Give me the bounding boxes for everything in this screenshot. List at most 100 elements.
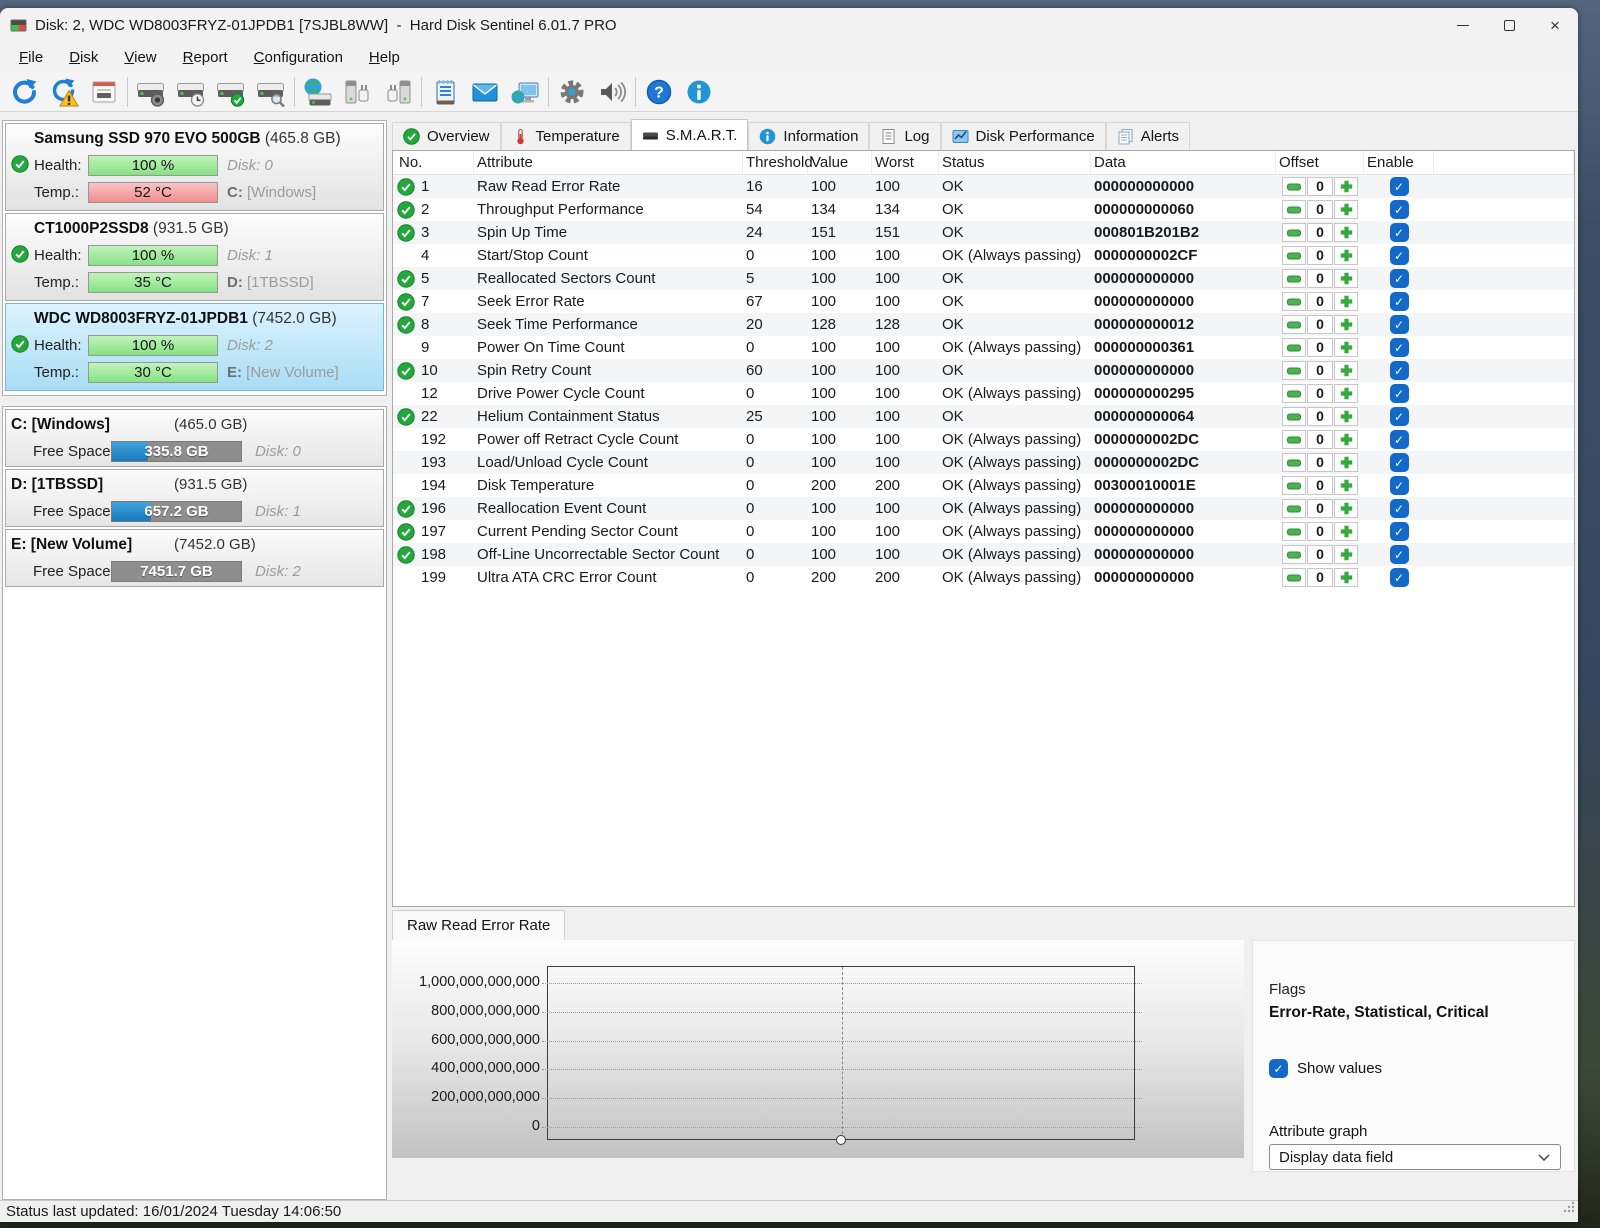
disk-card-1[interactable]: CT1000P2SSD8 (931.5 GB)Health:100 %Disk:… xyxy=(5,213,384,301)
smart-row-196[interactable]: 196Reallocation Event Count0100100OK (Al… xyxy=(393,497,1574,520)
toolbar-refresh-button[interactable] xyxy=(4,74,44,110)
offset-increase-button[interactable] xyxy=(1334,200,1358,219)
tab-log[interactable]: Log xyxy=(869,122,940,150)
offset-increase-button[interactable] xyxy=(1334,522,1358,541)
maximize-button[interactable] xyxy=(1486,8,1532,42)
close-button[interactable]: × xyxy=(1532,8,1578,42)
offset-increase-button[interactable] xyxy=(1334,269,1358,288)
enable-checkbox[interactable]: ✓ xyxy=(1390,315,1409,334)
enable-checkbox[interactable]: ✓ xyxy=(1390,522,1409,541)
enable-checkbox[interactable]: ✓ xyxy=(1390,200,1409,219)
enable-checkbox[interactable]: ✓ xyxy=(1390,499,1409,518)
offset-decrease-button[interactable] xyxy=(1282,430,1306,449)
toolbar-disk-eject-button[interactable] xyxy=(378,74,418,110)
offset-increase-button[interactable] xyxy=(1334,407,1358,426)
offset-decrease-button[interactable] xyxy=(1282,568,1306,587)
offset-decrease-button[interactable] xyxy=(1282,499,1306,518)
graph-tab-raw-read-error-rate[interactable]: Raw Read Error Rate xyxy=(392,910,565,940)
enable-checkbox[interactable]: ✓ xyxy=(1390,453,1409,472)
offset-decrease-button[interactable] xyxy=(1282,545,1306,564)
enable-checkbox[interactable]: ✓ xyxy=(1390,361,1409,380)
menu-report[interactable]: Report xyxy=(170,46,241,69)
offset-decrease-button[interactable] xyxy=(1282,522,1306,541)
smart-row-2[interactable]: 2Throughput Performance54134134OK0000000… xyxy=(393,198,1574,221)
menu-help[interactable]: Help xyxy=(356,46,413,69)
resize-grip[interactable] xyxy=(1562,1198,1575,1219)
show-values-checkbox[interactable]: ✓ xyxy=(1269,1059,1288,1078)
toolbar-help-button[interactable]: ? xyxy=(639,74,679,110)
chart-slider-handle[interactable] xyxy=(836,1135,846,1145)
enable-checkbox[interactable]: ✓ xyxy=(1390,430,1409,449)
toolbar-report-button[interactable] xyxy=(84,74,124,110)
partition-card-0[interactable]: C: [Windows](465.0 GB)Free Space335.8 GB… xyxy=(5,409,384,467)
toolbar-info-button[interactable] xyxy=(679,74,719,110)
disk-card-2[interactable]: WDC WD8003FRYZ-01JPDB1 (7452.0 GB)Health… xyxy=(5,303,384,391)
smart-row-198[interactable]: 198Off-Line Uncorrectable Sector Count01… xyxy=(393,543,1574,566)
enable-checkbox[interactable]: ✓ xyxy=(1390,384,1409,403)
enable-checkbox[interactable]: ✓ xyxy=(1390,476,1409,495)
enable-checkbox[interactable]: ✓ xyxy=(1390,292,1409,311)
smart-row-12[interactable]: 12Drive Power Cycle Count0100100OK (Alwa… xyxy=(393,382,1574,405)
enable-checkbox[interactable]: ✓ xyxy=(1390,246,1409,265)
disk-card-0[interactable]: Samsung SSD 970 EVO 500GB (465.8 GB)Heal… xyxy=(5,123,384,211)
offset-increase-button[interactable] xyxy=(1334,292,1358,311)
menu-view[interactable]: View xyxy=(111,46,169,69)
offset-increase-button[interactable] xyxy=(1334,177,1358,196)
toolbar-log-notepad-button[interactable] xyxy=(425,74,465,110)
enable-checkbox[interactable]: ✓ xyxy=(1390,338,1409,357)
toolbar-network-disk-button[interactable] xyxy=(298,74,338,110)
toolbar-sound-button[interactable] xyxy=(592,74,632,110)
smart-row-192[interactable]: 192Power off Retract Cycle Count0100100O… xyxy=(393,428,1574,451)
toolbar-settings-gear-button[interactable] xyxy=(552,74,592,110)
offset-decrease-button[interactable] xyxy=(1282,338,1306,357)
enable-checkbox[interactable]: ✓ xyxy=(1390,177,1409,196)
toolbar-refresh-warning-button[interactable] xyxy=(44,74,84,110)
toolbar-disk-clock-button[interactable] xyxy=(171,74,211,110)
offset-decrease-button[interactable] xyxy=(1282,315,1306,334)
smart-row-199[interactable]: 199Ultra ATA CRC Error Count0200200OK (A… xyxy=(393,566,1574,589)
enable-checkbox[interactable]: ✓ xyxy=(1390,407,1409,426)
offset-decrease-button[interactable] xyxy=(1282,200,1306,219)
offset-increase-button[interactable] xyxy=(1334,315,1358,334)
enable-checkbox[interactable]: ✓ xyxy=(1390,223,1409,242)
partition-card-1[interactable]: D: [1TBSSD](931.5 GB)Free Space657.2 GBD… xyxy=(5,469,384,527)
offset-increase-button[interactable] xyxy=(1334,246,1358,265)
smart-row-22[interactable]: 22Helium Containment Status25100100OK000… xyxy=(393,405,1574,428)
offset-decrease-button[interactable] xyxy=(1282,177,1306,196)
offset-decrease-button[interactable] xyxy=(1282,292,1306,311)
smart-row-1[interactable]: 1Raw Read Error Rate16100100OK0000000000… xyxy=(393,175,1574,198)
offset-increase-button[interactable] xyxy=(1334,338,1358,357)
smart-row-197[interactable]: 197Current Pending Sector Count0100100OK… xyxy=(393,520,1574,543)
tab-information[interactable]: Information xyxy=(748,122,869,150)
toolbar-email-button[interactable] xyxy=(465,74,505,110)
offset-increase-button[interactable] xyxy=(1334,361,1358,380)
offset-decrease-button[interactable] xyxy=(1282,223,1306,242)
menu-file[interactable]: File xyxy=(6,46,56,69)
offset-increase-button[interactable] xyxy=(1334,453,1358,472)
offset-increase-button[interactable] xyxy=(1334,223,1358,242)
smart-row-194[interactable]: 194Disk Temperature0200200OK (Always pas… xyxy=(393,474,1574,497)
attribute-graph-dropdown[interactable]: Display data field xyxy=(1269,1144,1561,1170)
offset-decrease-button[interactable] xyxy=(1282,407,1306,426)
offset-increase-button[interactable] xyxy=(1334,545,1358,564)
offset-increase-button[interactable] xyxy=(1334,476,1358,495)
offset-decrease-button[interactable] xyxy=(1282,246,1306,265)
toolbar-disk-test-button[interactable] xyxy=(211,74,251,110)
tab-disk-performance[interactable]: Disk Performance xyxy=(941,122,1106,150)
offset-increase-button[interactable] xyxy=(1334,384,1358,403)
smart-row-5[interactable]: 5Reallocated Sectors Count5100100OK00000… xyxy=(393,267,1574,290)
menu-disk[interactable]: Disk xyxy=(56,46,111,69)
offset-increase-button[interactable] xyxy=(1334,430,1358,449)
offset-decrease-button[interactable] xyxy=(1282,269,1306,288)
offset-decrease-button[interactable] xyxy=(1282,476,1306,495)
toolbar-disk-search-button[interactable] xyxy=(251,74,291,110)
toolbar-disk-connect-button[interactable] xyxy=(338,74,378,110)
partition-card-2[interactable]: E: [New Volume](7452.0 GB)Free Space7451… xyxy=(5,529,384,587)
smart-row-10[interactable]: 10Spin Retry Count60100100OK000000000000… xyxy=(393,359,1574,382)
offset-decrease-button[interactable] xyxy=(1282,384,1306,403)
toolbar-disk-acoustic-button[interactable] xyxy=(131,74,171,110)
minimize-button[interactable] xyxy=(1440,8,1486,42)
menu-configuration[interactable]: Configuration xyxy=(241,46,356,69)
toolbar-network-monitor-button[interactable] xyxy=(505,74,545,110)
tab-alerts[interactable]: Alerts xyxy=(1106,122,1190,150)
